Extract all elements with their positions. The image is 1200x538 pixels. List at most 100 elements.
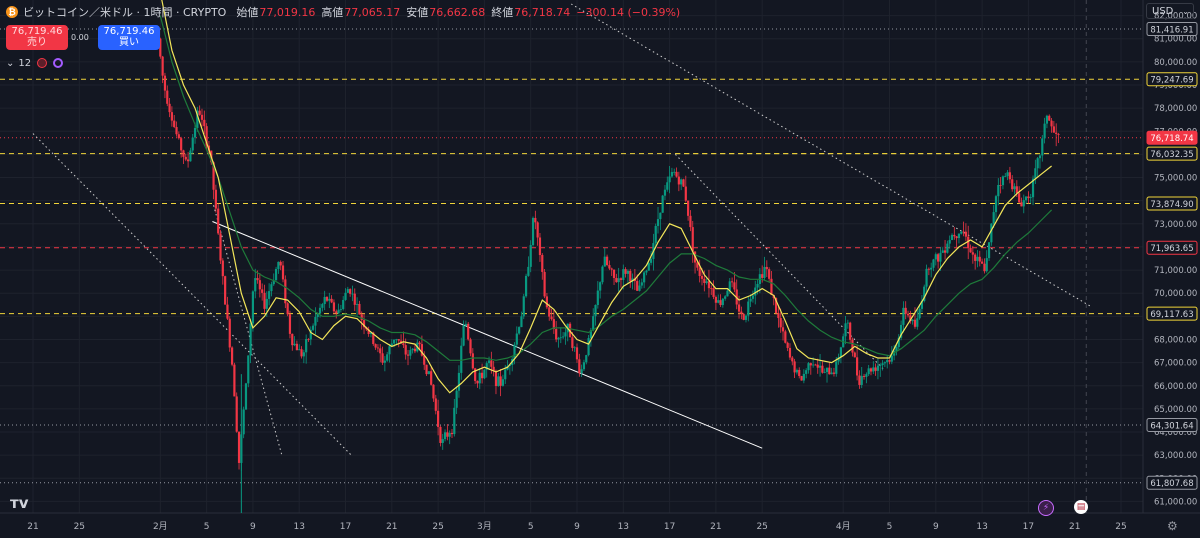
candle-body <box>867 368 870 375</box>
candle-body <box>691 227 694 252</box>
price-level-label: 71,963.65 <box>1150 244 1193 254</box>
candle-body <box>846 322 849 324</box>
candle-body <box>689 215 692 228</box>
candle-body <box>700 275 704 279</box>
candle-body <box>203 119 206 127</box>
candle-body <box>214 189 217 209</box>
candle-body <box>1024 196 1028 201</box>
candle-body <box>881 363 884 366</box>
candle-body <box>1001 176 1005 186</box>
candle-body <box>295 343 298 351</box>
y-tick-label: 65,000.00 <box>1154 405 1197 415</box>
x-tick-label: 17 <box>1023 522 1034 532</box>
candle-body <box>751 295 755 299</box>
candle-body <box>712 288 715 297</box>
candle-body <box>441 439 444 443</box>
trendline <box>32 133 352 456</box>
price-level-label: 76,032.35 <box>1150 150 1193 160</box>
candle-body <box>504 369 507 380</box>
candle-body <box>307 339 310 340</box>
x-tick-label: 25 <box>756 522 767 532</box>
y-tick-label: 78,000.00 <box>1154 104 1197 114</box>
candle-body <box>950 234 954 241</box>
symbol-title[interactable]: ビットコイン／米ドル · 1時間 · CRYPTO <box>23 4 226 20</box>
buy-button[interactable]: 76,719.46 買い <box>98 24 160 50</box>
candle-body <box>251 291 255 324</box>
candle-body <box>585 355 588 363</box>
us-flag-icon[interactable]: ▤ <box>1074 500 1088 514</box>
candle-body <box>978 256 981 262</box>
candle-body <box>168 103 171 113</box>
candle-body <box>263 292 266 309</box>
candle-body <box>325 296 329 301</box>
candle-body <box>825 367 829 373</box>
lightning-icon[interactable]: ⚡ <box>1038 500 1054 516</box>
candle-body <box>487 360 491 364</box>
candle-body <box>381 353 384 363</box>
candle-body <box>964 231 968 237</box>
candle-body <box>865 374 868 377</box>
candle-body <box>835 361 838 374</box>
bitcoin-icon: ₿ <box>6 6 18 18</box>
alert-dot-icon[interactable] <box>37 58 48 68</box>
candle-body <box>754 287 757 296</box>
candle-body <box>189 150 192 162</box>
candle-body <box>191 137 194 151</box>
x-tick-label: 25 <box>1115 522 1126 532</box>
price-chart[interactable]: 61,000.0062,000.0063,000.0064,000.0065,0… <box>0 0 1200 538</box>
trendline <box>213 205 283 456</box>
candle-body <box>994 196 998 213</box>
candle-body <box>386 354 389 361</box>
candle-body <box>902 307 905 325</box>
candle-body <box>823 372 826 373</box>
chevron-down-icon[interactable]: ⌄ <box>6 58 14 69</box>
gear-icon[interactable]: ⚙ <box>1167 519 1178 533</box>
candle-body <box>279 261 282 266</box>
candle-body <box>1029 197 1032 199</box>
price-level-label: 79,247.69 <box>1150 76 1193 86</box>
candle-body <box>524 275 528 297</box>
indicators-toggle[interactable]: ⌄ 12 <box>6 56 64 70</box>
candle-body <box>953 234 956 237</box>
sell-button[interactable]: 76,719.46 売り <box>6 24 68 50</box>
candle-body <box>1038 155 1042 159</box>
candle-body <box>376 347 380 349</box>
candle-body <box>443 432 447 440</box>
candle-body <box>768 269 771 279</box>
candle-body <box>277 261 280 269</box>
x-tick-label: 21 <box>710 522 721 532</box>
tradingview-logo-icon[interactable]: ᴛᴠ <box>10 494 28 512</box>
candle-body <box>1043 123 1046 139</box>
candle-body <box>730 281 734 283</box>
candle-body <box>821 365 824 373</box>
candle-body <box>971 252 974 255</box>
candle-body <box>943 250 947 253</box>
candle-body <box>469 339 472 354</box>
y-tick-label: 70,000.00 <box>1154 289 1197 299</box>
candle-body <box>1006 172 1009 177</box>
candle-body <box>800 376 803 381</box>
candle-body <box>494 370 498 387</box>
currency-selector[interactable]: USD ⌄ <box>1146 3 1194 19</box>
candle-body <box>393 339 396 344</box>
ma-fast-line <box>161 0 1052 394</box>
low-label: 安値 <box>406 6 429 19</box>
candle-body <box>480 372 484 379</box>
candle-body <box>1034 168 1037 179</box>
candle-body <box>247 355 250 384</box>
candle-body <box>601 266 604 283</box>
candle-body <box>934 254 937 260</box>
x-tick-label: 3月 <box>477 521 492 532</box>
candle-body <box>270 284 273 292</box>
close-label: 終値 <box>491 6 514 19</box>
candle-body <box>844 323 847 337</box>
candle-body <box>193 127 197 138</box>
candle-body <box>184 156 187 160</box>
candle-body <box>1015 186 1018 194</box>
indicator-circle-icon[interactable] <box>53 58 64 68</box>
candle-body <box>346 289 349 293</box>
candle-body <box>872 367 875 372</box>
candle-body <box>268 291 271 299</box>
candle-body <box>930 267 933 270</box>
candle-body <box>816 364 819 368</box>
